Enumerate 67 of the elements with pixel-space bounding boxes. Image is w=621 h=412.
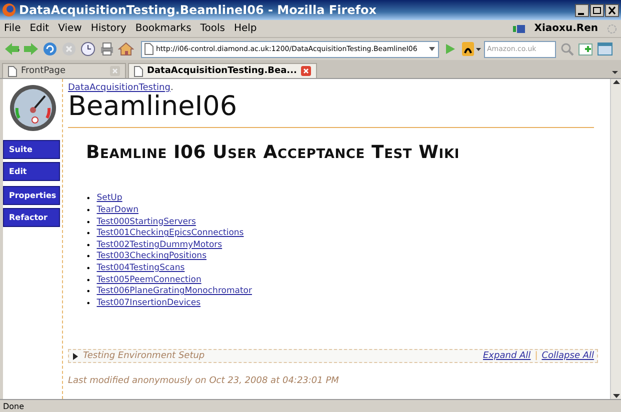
page-link[interactable]: Test003CheckingPositions xyxy=(96,251,206,263)
page-icon xyxy=(8,66,17,76)
bullet: • xyxy=(86,204,91,217)
status-text: Done xyxy=(3,402,24,410)
menu-item[interactable]: Help xyxy=(234,23,257,34)
menu-item[interactable]: Bookmarks xyxy=(135,23,192,34)
maximize-button[interactable] xyxy=(590,4,604,16)
new-tab-icon[interactable] xyxy=(578,41,594,57)
page-link[interactable]: Test002TestingDummyMotors xyxy=(96,240,222,252)
menu-item[interactable]: Tools xyxy=(200,23,225,34)
home-button[interactable] xyxy=(118,41,134,57)
spinner-icon xyxy=(607,24,617,34)
window-title: DataAcquisitionTesting.BeamlineI06 - Mozilla Firefox xyxy=(19,3,378,17)
page-icon xyxy=(134,66,143,76)
page-link[interactable]: TearDown xyxy=(96,204,138,217)
browser-tab[interactable]: DataAcquisitionTesting.Bea... xyxy=(128,63,317,78)
bullet: • xyxy=(86,228,91,240)
close-button[interactable] xyxy=(605,4,619,16)
page-link[interactable]: Test006PlaneGratingMonochromator xyxy=(96,286,252,298)
collapsible-section[interactable]: Testing Environment Setup Expand All | Collapse All xyxy=(68,349,598,364)
bullet: • xyxy=(86,286,91,298)
tab-close-icon[interactable] xyxy=(300,66,311,76)
bullet: • xyxy=(86,298,91,310)
scrollbar[interactable] xyxy=(610,79,621,399)
bullet: • xyxy=(86,262,91,274)
bullet: • xyxy=(86,216,91,228)
sidebar-button[interactable]: Refactor xyxy=(3,208,60,227)
scroll-down-icon[interactable] xyxy=(612,393,620,399)
sidebar-button[interactable]: Edit xyxy=(3,162,60,181)
page-link[interactable]: Test004TestingScans xyxy=(96,262,185,274)
breadcrumb: DataAcquisitionTesting. xyxy=(68,83,174,93)
expand-arrow-icon[interactable] xyxy=(72,352,79,360)
page-icon xyxy=(144,43,154,55)
last-modified-text: Last modified anonymously on Oct 23, 2008 at 04:23:01 PM xyxy=(68,376,339,386)
page-link[interactable]: Test005PeemConnection xyxy=(96,274,202,286)
menu-item[interactable]: History xyxy=(90,23,126,34)
gauge-logo xyxy=(8,84,56,132)
menu-item[interactable]: Edit xyxy=(30,23,50,34)
sidebar-button[interactable]: Suite xyxy=(3,140,60,159)
user-name[interactable]: Xiaoxu.Ren xyxy=(534,23,598,34)
user-icon xyxy=(513,24,526,34)
window-icon[interactable] xyxy=(597,41,613,57)
page-heading: Beamline I06 User Acceptance Test Wiki xyxy=(86,142,460,164)
firefox-icon xyxy=(2,3,16,17)
clock-icon[interactable] xyxy=(80,41,96,57)
browser-tab[interactable]: FrontPage xyxy=(2,63,126,78)
reload-button[interactable] xyxy=(42,41,58,57)
bullet: • xyxy=(86,193,91,205)
collapse-all-link[interactable]: Collapse All xyxy=(542,351,594,362)
page-link[interactable]: SetUp xyxy=(96,193,122,205)
menu-item[interactable]: View xyxy=(58,23,82,34)
print-button[interactable] xyxy=(99,41,115,57)
dropdown-icon[interactable] xyxy=(428,45,436,53)
search-engine-icon[interactable] xyxy=(461,41,481,57)
menu-item[interactable]: File xyxy=(4,23,21,34)
page-link[interactable]: Test001CheckingEpicsConnections xyxy=(96,228,244,240)
page-link[interactable]: Test000StartingServers xyxy=(96,216,196,228)
page-title: BeamlineI06 xyxy=(68,93,594,128)
breadcrumb-link[interactable]: DataAcquisitionTesting xyxy=(68,83,170,93)
separator: | xyxy=(534,351,538,362)
expand-all-link[interactable]: Expand All xyxy=(483,351,531,362)
page-link[interactable]: Test007InsertionDevices xyxy=(96,298,201,310)
sidebar-button[interactable]: Properties xyxy=(3,186,60,205)
minimize-button[interactable] xyxy=(575,4,589,16)
bullet: • xyxy=(86,274,91,286)
bullet: • xyxy=(86,251,91,263)
bullet: • xyxy=(86,240,91,252)
